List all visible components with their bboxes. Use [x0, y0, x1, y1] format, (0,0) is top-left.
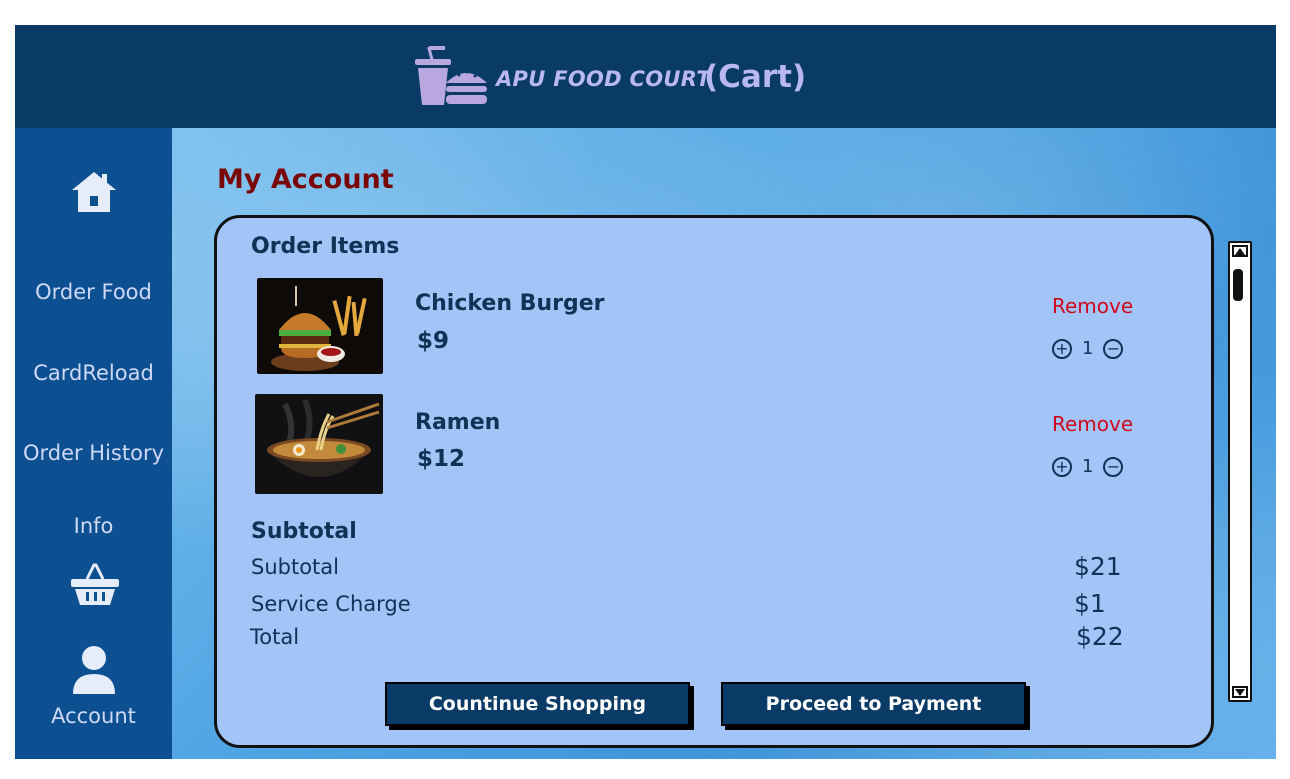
scrollbar-thumb[interactable] — [1233, 269, 1243, 301]
summary-label-service-charge: Service Charge — [251, 592, 411, 616]
basket-icon[interactable] — [70, 561, 120, 607]
brand-name: APU FOOD COURT — [496, 67, 711, 91]
item-name: Chicken Burger — [415, 291, 605, 316]
remove-button[interactable]: Remove — [1052, 412, 1133, 436]
item-name: Ramen — [415, 410, 501, 435]
sidebar-item-account[interactable]: Account — [15, 704, 172, 728]
summary-label-subtotal: Subtotal — [251, 555, 339, 579]
item-price: $9 — [417, 328, 450, 354]
chicken-burger-image — [257, 278, 383, 374]
sidebar-item-info[interactable]: Info — [15, 514, 172, 538]
page-label: (Cart) — [704, 59, 807, 95]
decrease-quantity-button[interactable]: − — [1103, 456, 1124, 477]
subtotal-heading: Subtotal — [251, 519, 357, 544]
food-court-logo-icon — [415, 46, 487, 105]
summary-label-total: Total — [250, 625, 300, 649]
quantity-value: 1 — [1082, 456, 1094, 477]
sidebar-item-order-food[interactable]: Order Food — [15, 280, 172, 304]
sidebar-item-order-history[interactable]: Order History — [15, 441, 172, 465]
scrollbar[interactable] — [1228, 241, 1252, 702]
summary-value-total: $22 — [1076, 622, 1124, 651]
item-price: $12 — [417, 446, 466, 472]
remove-button[interactable]: Remove — [1052, 294, 1133, 318]
summary-value-service-charge: $1 — [1074, 589, 1106, 618]
quantity-stepper: + 1 − — [1052, 338, 1124, 359]
decrease-quantity-button[interactable]: − — [1103, 338, 1124, 359]
scroll-down-button[interactable] — [1232, 686, 1248, 698]
quantity-stepper: + 1 − — [1052, 456, 1124, 477]
app-window: APU FOOD COURT (Cart) Order Food CardRel… — [15, 25, 1276, 759]
header-bar: APU FOOD COURT (Cart) — [15, 25, 1276, 128]
increase-quantity-button[interactable]: + — [1052, 338, 1072, 359]
main-content: My Account Order Items Chicken Burger $9… — [172, 128, 1276, 759]
page-title: My Account — [217, 164, 394, 195]
sidebar: Order Food CardReload Order History Info… — [15, 128, 172, 759]
triangle-down-icon — [1235, 688, 1245, 696]
continue-shopping-button[interactable]: Countinue Shopping — [385, 682, 690, 726]
quantity-value: 1 — [1082, 338, 1094, 359]
increase-quantity-button[interactable]: + — [1052, 456, 1072, 477]
ramen-image — [255, 394, 383, 494]
sidebar-item-card-reload[interactable]: CardReload — [15, 361, 172, 385]
home-icon[interactable] — [70, 170, 118, 214]
order-items-heading: Order Items — [251, 234, 400, 259]
cart-panel: Order Items Chicken Burger $9 Remove + 1… — [214, 215, 1214, 748]
triangle-up-icon — [1235, 247, 1245, 255]
summary-value-subtotal: $21 — [1074, 552, 1122, 581]
user-icon[interactable] — [71, 644, 117, 694]
proceed-to-payment-button[interactable]: Proceed to Payment — [721, 682, 1026, 726]
scroll-up-button[interactable] — [1232, 245, 1248, 257]
